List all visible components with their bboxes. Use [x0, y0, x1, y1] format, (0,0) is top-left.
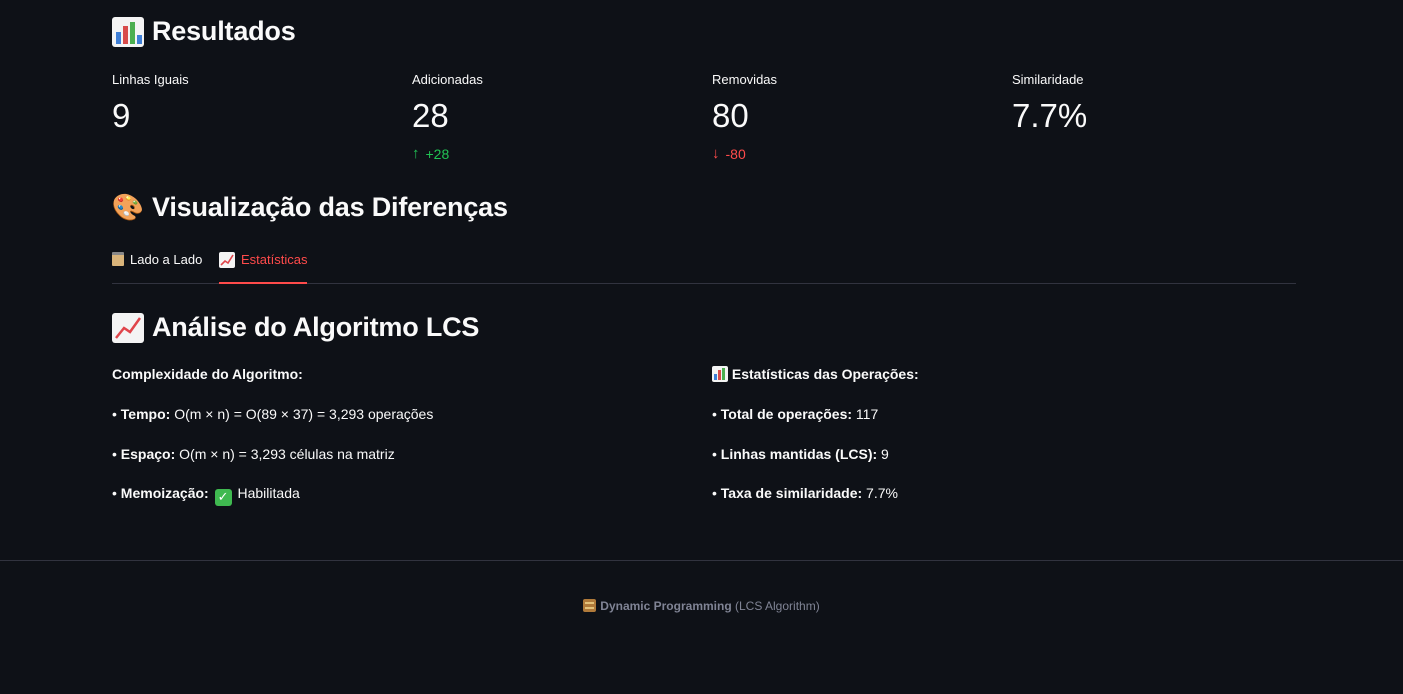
space-label: Espaço:: [120, 445, 176, 462]
arrow-up-icon: ↑: [412, 145, 420, 162]
abacus-icon: [583, 599, 597, 612]
time-value: O(m × n) = O(89 × 37) = 3,293 operações: [174, 405, 434, 422]
metric-delta: ↓ -80: [712, 145, 1012, 162]
time-line: • Tempo: O(m × n) = O(89 × 37) = 3,293 o…: [112, 405, 434, 422]
rate-line: • Taxa de similaridade: 7.7%: [712, 485, 898, 502]
tab-label: Lado a Lado: [130, 252, 203, 267]
metric-label: Similaridade: [1012, 72, 1084, 87]
palette-icon: 🎨: [111, 192, 145, 222]
metric-value: 7.7%: [1012, 97, 1088, 134]
rate-value: 7.7%: [866, 485, 898, 502]
metric-equal-lines: Linhas Iguais 9: [112, 72, 412, 135]
complexity-title: Complexidade do Algoritmo:: [112, 366, 303, 382]
results-heading: Resultados: [112, 16, 296, 47]
total-value: 117: [855, 405, 879, 422]
clipboard-icon: [112, 252, 124, 266]
metric-removed: Removidas 80 ↓ -80: [712, 72, 1012, 162]
total-line: • Total de operações: 117: [712, 405, 879, 422]
metric-value: 80: [712, 97, 749, 134]
metric-label: Adicionadas: [412, 72, 483, 87]
footer-divider: [0, 560, 1403, 561]
delta-value: +28: [425, 145, 450, 162]
time-label: Tempo:: [120, 405, 171, 422]
complexity-column: Complexidade do Algoritmo: • Tempo: O(m …: [112, 366, 672, 529]
chart-increasing-icon: [112, 312, 144, 343]
tab-bar: Lado a Lado Estatísticas: [112, 248, 1296, 284]
kept-label: Linhas mantidas (LCS):: [720, 445, 878, 462]
chart-increasing-icon: [219, 252, 235, 268]
diff-heading: 🎨 Visualização das Diferenças: [112, 192, 508, 223]
tab-label: Estatísticas: [241, 252, 308, 267]
footer-bold: Dynamic Programming: [600, 599, 732, 613]
bar-chart-icon: [712, 366, 728, 382]
results-title: Resultados: [152, 16, 296, 46]
space-value: O(m × n) = 3,293 células na matriz: [179, 445, 395, 462]
metric-added: Adicionadas 28 ↑ +28: [412, 72, 712, 162]
space-line: • Espaço: O(m × n) = 3,293 células na ma…: [112, 445, 395, 462]
tab-statistics[interactable]: Estatísticas: [219, 252, 308, 284]
lcs-heading: Análise do Algoritmo LCS: [112, 312, 479, 343]
rate-label: Taxa de similaridade:: [720, 485, 863, 502]
footer-rest: (LCS Algorithm): [735, 599, 820, 613]
diff-title: Visualização das Diferenças: [152, 192, 508, 222]
footer: Dynamic Programming (LCS Algorithm): [0, 599, 1403, 613]
metric-similarity: Similaridade 7.7%: [1012, 72, 1312, 135]
metric-value: 28: [412, 97, 449, 134]
tab-side-by-side[interactable]: Lado a Lado: [112, 252, 202, 284]
stats-title: Estatísticas das Operações:: [731, 366, 919, 382]
stats-column: Estatísticas das Operações: • Total de o…: [712, 366, 1272, 525]
metric-delta: ↑ +28: [412, 145, 712, 162]
metric-label: Linhas Iguais: [112, 72, 189, 87]
metric-value: 9: [112, 97, 131, 134]
check-mark-icon: ✓: [214, 488, 232, 506]
memo-label: Memoização:: [120, 485, 209, 502]
arrow-down-icon: ↓: [712, 145, 720, 162]
kept-value: 9: [881, 445, 889, 462]
memo-value: Habilitada: [237, 485, 300, 502]
metric-label: Removidas: [712, 72, 778, 87]
delta-value: -80: [725, 145, 746, 162]
lcs-title: Análise do Algoritmo LCS: [152, 312, 480, 342]
kept-line: • Linhas mantidas (LCS): 9: [712, 445, 889, 462]
total-label: Total de operações:: [720, 405, 853, 422]
memo-line: • Memoização: ✓ Habilitada: [112, 485, 300, 506]
bar-chart-icon: [112, 16, 144, 47]
metrics-row: Linhas Iguais 9 Adicionadas 28 ↑ +28 Rem…: [112, 72, 1312, 172]
